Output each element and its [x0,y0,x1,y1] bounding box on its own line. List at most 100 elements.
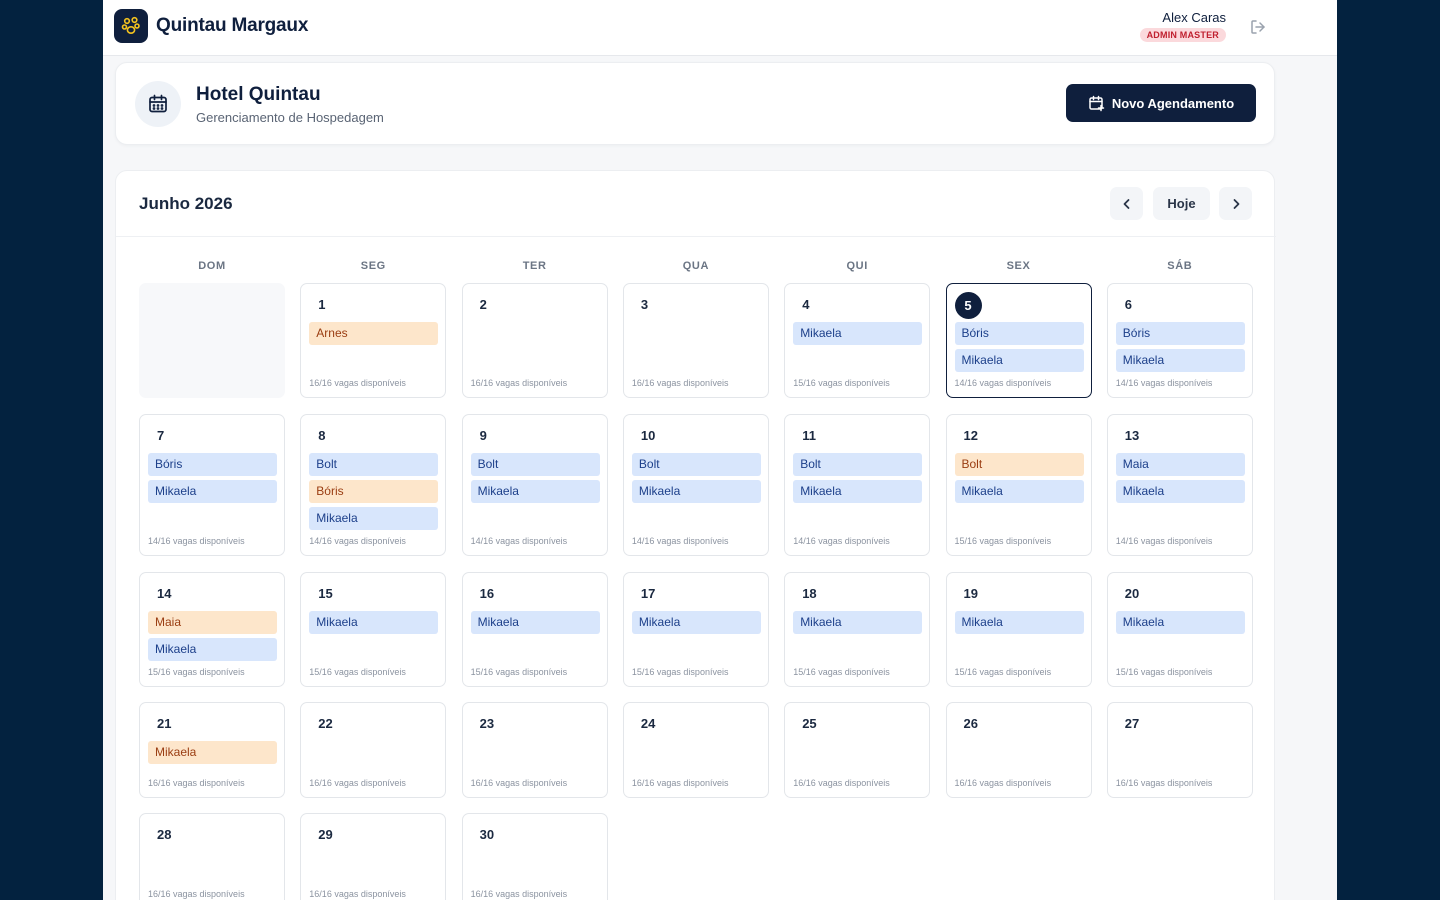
booking-event[interactable]: Bolt [954,453,1084,476]
availability-text: 16/16 vagas disponíveis [309,378,406,388]
booking-event[interactable]: Mikaela [793,480,923,503]
day-number: 10 [640,428,656,443]
availability-text: 14/16 vagas disponíveis [309,536,406,546]
day-cell[interactable]: 30 16/16 vagas disponíveis [461,813,608,900]
user-name: Alex Caras [1162,10,1226,25]
booking-event[interactable]: Mikaela [148,638,277,661]
booking-event[interactable]: Mikaela [309,507,439,530]
day-cell[interactable]: 2 16/16 vagas disponíveis [461,283,608,398]
booking-event[interactable]: Bóris [1115,322,1245,345]
day-cell[interactable]: 26 16/16 vagas disponíveis [945,702,1092,798]
booking-event[interactable]: Mikaela [470,480,600,503]
day-cell[interactable]: 19 Mikaela 15/16 vagas disponíveis [945,572,1092,687]
availability-text: 16/16 vagas disponíveis [631,778,729,788]
availability-text: 16/16 vagas disponíveis [954,778,1052,788]
day-cell[interactable]: 27 16/16 vagas disponíveis [1106,702,1253,798]
day-cell[interactable]: 12 Bolt Mikaela 15/16 vagas disponíveis [945,414,1092,556]
day-cell-today[interactable]: 5 Bóris Mikaela 14/16 vagas disponíveis [945,283,1092,398]
availability-text: 14/16 vagas disponíveis [1115,536,1213,546]
day-cell[interactable]: 29 16/16 vagas disponíveis [300,813,447,900]
availability-text: 15/16 vagas disponíveis [631,667,729,677]
day-cell[interactable]: 20 Mikaela 15/16 vagas disponíveis [1106,572,1253,687]
booking-event[interactable]: Mikaela [631,611,761,634]
day-cell[interactable]: 21 Mikaela 16/16 vagas disponíveis [139,702,285,798]
booking-event[interactable]: Mikaela [631,480,761,503]
calendar-plus-icon [1089,95,1105,111]
availability-text: 14/16 vagas disponíveis [470,536,568,546]
booking-event[interactable]: Mikaela [148,480,277,503]
day-cell[interactable]: 11 Bolt Mikaela 14/16 vagas disponíveis [784,414,931,556]
availability-text: 14/16 vagas disponíveis [954,378,1052,388]
day-cell[interactable]: 23 16/16 vagas disponíveis [461,702,608,798]
booking-event[interactable]: Mikaela [793,611,923,634]
day-cell[interactable]: 28 16/16 vagas disponíveis [139,813,285,900]
day-number: 21 [157,716,172,731]
day-cell[interactable]: 22 16/16 vagas disponíveis [300,702,447,798]
day-cell[interactable]: 17 Mikaela 15/16 vagas disponíveis [622,572,769,687]
booking-event[interactable]: Bóris [309,480,439,503]
next-month-button[interactable] [1219,187,1252,220]
day-cell[interactable]: 15 Mikaela 15/16 vagas disponíveis [300,572,447,687]
day-cell[interactable]: 6 Bóris Mikaela 14/16 vagas disponíveis [1106,283,1253,398]
day-cell[interactable]: 10 Bolt Mikaela 14/16 vagas disponíveis [622,414,769,556]
booking-event[interactable]: Mikaela [309,611,439,634]
booking-event[interactable]: Maia [148,611,277,634]
day-number: 28 [157,827,172,842]
booking-event[interactable]: Bolt [309,453,439,476]
user-role-badge: ADMIN MASTER [1139,28,1226,42]
brand-name: Quintau Margaux [156,15,309,36]
day-cell[interactable]: 16 Mikaela 15/16 vagas disponíveis [461,572,608,687]
booking-event[interactable]: Mikaela [1115,480,1245,503]
weekday-label: SÁB [1167,260,1193,272]
booking-event[interactable]: Bolt [470,453,600,476]
booking-event[interactable]: Mikaela [954,349,1084,372]
empty-day-cell [139,283,285,398]
day-cell[interactable]: 9 Bolt Mikaela 14/16 vagas disponíveis [461,414,608,556]
booking-event[interactable]: Bolt [793,453,923,476]
day-cell[interactable]: 8 Bolt Bóris Mikaela 14/16 vagas disponíveis [300,414,447,556]
calendar-header: Junho 2026 Hoje [116,171,1276,237]
day-cell[interactable]: 1 Arnes 16/16 vagas disponíveis [300,283,447,398]
day-cell[interactable]: 3 16/16 vagas disponíveis [622,283,769,398]
availability-text: 14/16 vagas disponíveis [793,536,890,546]
day-cell[interactable]: 18 Mikaela 15/16 vagas disponíveis [784,572,931,687]
booking-event[interactable]: Mikaela [148,741,277,764]
day-cell[interactable]: 13 Maia Mikaela 14/16 vagas disponíveis [1106,414,1253,556]
prev-month-button[interactable] [1110,187,1143,220]
paw-logo-icon[interactable] [114,9,148,43]
top-bar: Quintau Margaux Alex Caras ADMIN MASTER [103,0,1337,56]
booking-event[interactable]: Mikaela [954,611,1084,634]
day-number: 20 [1124,586,1140,601]
chevron-left-icon [1123,198,1129,209]
availability-text: 15/16 vagas disponíveis [309,667,406,677]
day-number: 7 [157,428,165,443]
day-cell[interactable]: 7 Bóris Mikaela 14/16 vagas disponíveis [139,414,285,556]
availability-text: 15/16 vagas disponíveis [954,536,1052,546]
day-number: 1 [318,297,326,312]
day-cell[interactable]: 4 Mikaela 15/16 vagas disponíveis [784,283,931,398]
booking-event[interactable]: Bóris [148,453,277,476]
day-number: 16 [479,586,495,601]
day-cell[interactable]: 24 16/16 vagas disponíveis [622,702,769,798]
booking-event[interactable]: Mikaela [1115,349,1245,372]
today-button[interactable]: Hoje [1153,187,1210,220]
logout-button[interactable] [1247,16,1269,38]
booking-event[interactable]: Maia [1115,453,1245,476]
day-number: 19 [963,586,978,601]
booking-event[interactable]: Mikaela [793,322,923,345]
day-number: 9 [479,428,487,443]
booking-event[interactable]: Mikaela [954,480,1084,503]
calendar-grid: 1 Arnes 16/16 vagas disponíveis 2 16/16 vaga… [139,283,1253,900]
new-booking-button[interactable]: Novo Agendamento [1066,84,1256,122]
availability-text: 15/16 vagas disponíveis [793,667,890,677]
booking-event[interactable]: Bóris [954,322,1084,345]
day-cell[interactable]: 25 16/16 vagas disponíveis [784,702,931,798]
booking-event[interactable]: Mikaela [1115,611,1245,634]
day-number: 30 [479,827,495,842]
day-cell[interactable]: 14 Maia Mikaela 15/16 vagas disponíveis [139,572,285,687]
booking-event[interactable]: Mikaela [470,611,600,634]
booking-event[interactable]: Bolt [631,453,761,476]
availability-text: 14/16 vagas disponíveis [1115,378,1213,388]
day-number: 22 [318,716,333,731]
booking-event[interactable]: Arnes [309,322,439,345]
